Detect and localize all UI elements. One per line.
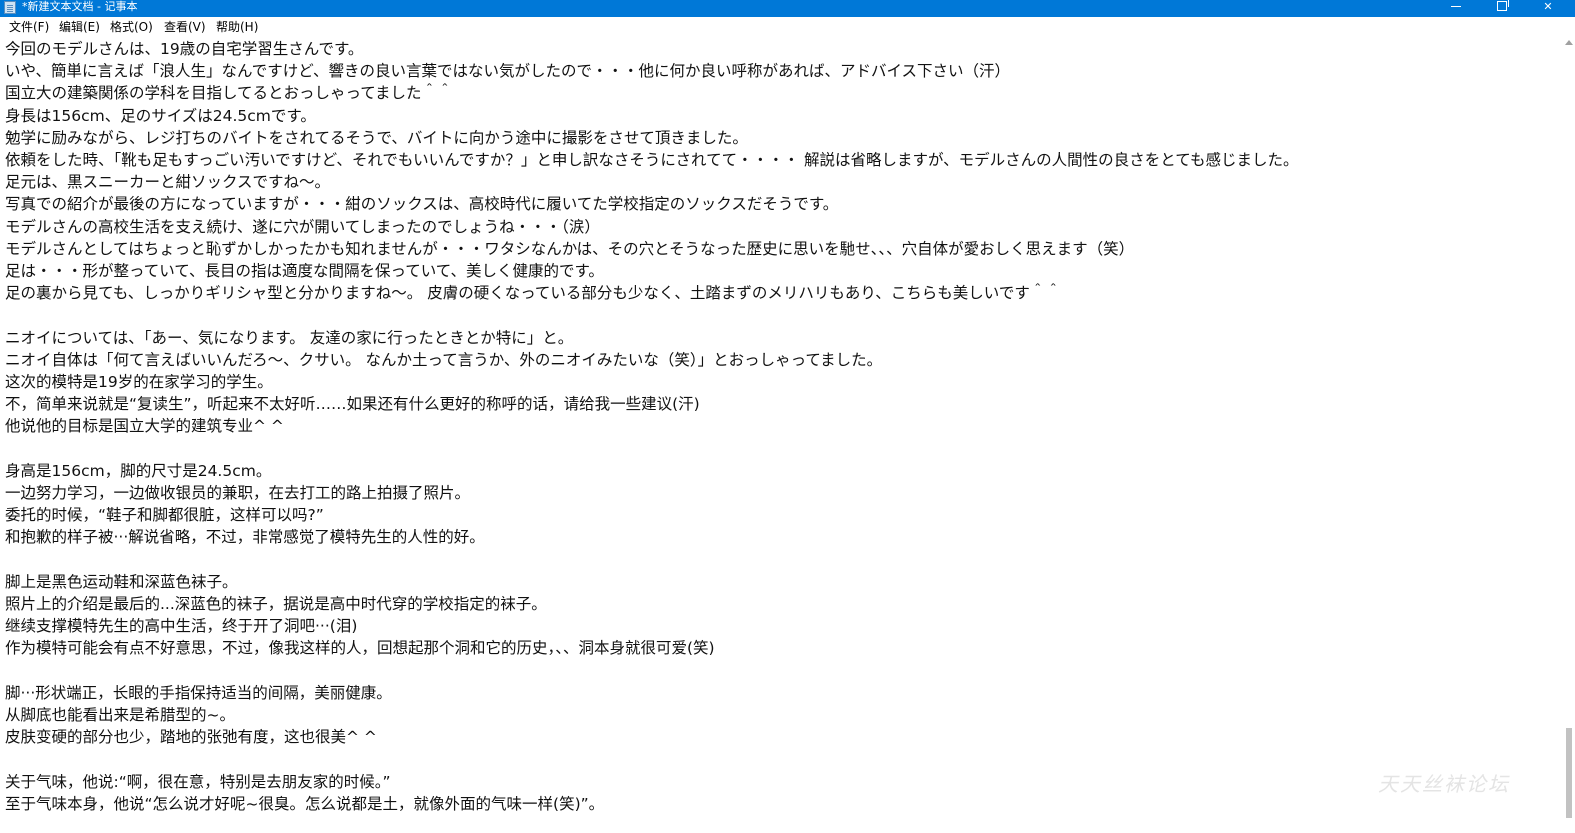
text-line: 至于气味本身，他说“怎么说才好呢~很臭。怎么说都是土，就像外面的气味一样(笑)”… xyxy=(5,794,605,813)
text-line: いや、簡単に言えば「浪人生」なんですけど、響きの良い言葉ではない気がしたので・・… xyxy=(5,62,1011,81)
close-button[interactable]: ✕ xyxy=(1525,0,1571,17)
text-line: 一边努力学习，一边做收银员的兼职，在去打工的路上拍摄了照片。 xyxy=(5,484,471,502)
menu-help[interactable]: 帮助(H) xyxy=(216,17,258,38)
text-line: ニオイについては、「あー、気になります。 友達の家に行ったときとか特に」と。 xyxy=(5,328,574,347)
notepad-window: *新建文本文档 - 记事本 ✕ 文件(F) 编辑(E) 格式(O) 查看(V) … xyxy=(0,0,1575,833)
text-line: 足の裏から見ても、しっかりギリシャ型と分かりますね～。 皮膚の硬くなっている部分… xyxy=(5,284,1061,303)
vertical-scrollbar[interactable] xyxy=(1563,38,1575,833)
menu-file[interactable]: 文件(F) xyxy=(9,17,49,38)
text-line: 他说他的目标是国立大学的建筑专业^ ^ xyxy=(5,417,284,436)
text-line: 脚上是黑色运动鞋和深蓝色袜子。 xyxy=(5,572,238,591)
text-line: 脚···形状端正，长眼的手指保持适当的间隔，美丽健康。 xyxy=(5,683,392,702)
text-line: 委托的时候，“鞋子和脚都很脏，这样可以吗?” xyxy=(5,506,324,525)
text-line: 继续支撑模特先生的高中生活，终于开了洞吧···(泪) xyxy=(5,617,358,636)
text-line: 照片上的介绍是最后的...深蓝色的袜子，据说是高中时代穿的学校指定的袜子。 xyxy=(5,595,547,613)
text-line: 皮肤变硬的部分也少，踏地的张弛有度，这也很美^ ^ xyxy=(5,728,377,747)
restore-button[interactable] xyxy=(1479,0,1525,17)
watermark: 天天丝袜论坛 xyxy=(1378,772,1510,796)
menu-edit[interactable]: 编辑(E) xyxy=(59,17,100,38)
text-line: 足元は、黒スニーカーと紺ソックスですね～。 xyxy=(5,173,331,192)
notepad-icon xyxy=(4,1,16,14)
menu-bar: 文件(F) 编辑(E) 格式(O) 查看(V) 帮助(H) xyxy=(0,17,1575,38)
text-line: 身長は156cm、足のサイズは24.5cmです。 xyxy=(5,106,316,125)
window-title: *新建文本文档 - 记事本 xyxy=(22,0,138,13)
text-line: モデルさんの高校生活を支え続け、遂に穴が開いてしまったのでしょうね・・・（涙） xyxy=(5,217,600,236)
minimize-icon xyxy=(1451,5,1461,7)
title-bar[interactable]: *新建文本文档 - 记事本 ✕ xyxy=(0,0,1575,17)
text-line: ニオイ自体は「何て言えばいいんだろ～、クサい。 なんか土って言うか、外のニオイみ… xyxy=(5,350,883,369)
close-icon: ✕ xyxy=(1543,0,1553,13)
menu-view[interactable]: 查看(V) xyxy=(164,17,206,38)
text-line: 和抱歉的样子被···解说省略，不过，非常感觉了模特先生的人性的好。 xyxy=(5,528,485,547)
text-line: 身高是156cm，脚的尺寸是24.5cm。 xyxy=(5,461,272,480)
text-line: 作为模特可能会有点不好意思，不过，像我这样的人，回想起那个洞和它的历史，、、洞本… xyxy=(5,639,715,658)
menu-format[interactable]: 格式(O) xyxy=(110,17,153,38)
text-line: 勉学に励みながら、レジ打ちのバイトをされてるそうで、バイトに向かう途中に撮影をさ… xyxy=(5,128,748,147)
scroll-up-icon[interactable] xyxy=(1565,40,1573,45)
text-line: 关于气味，他说:“啊，很在意，特别是去朋友家的时候。” xyxy=(5,772,391,791)
text-line: 今回のモデルさんは、19歳の自宅学習生さんです。 xyxy=(5,40,364,58)
minimize-button[interactable] xyxy=(1433,0,1479,17)
scroll-thumb[interactable] xyxy=(1566,728,1572,818)
text-line: 国立大の建築関係の学科を目指してるとおっしゃってました＾＾ xyxy=(5,84,453,103)
restore-icon xyxy=(1497,0,1509,11)
text-line: 写真での紹介が最後の方になっていますが・・・紺のソックスは、高校時代に履いてた学… xyxy=(5,195,839,214)
text-line: 依頼をした時、「靴も足もすっごい汚いですけど、それでもいいんですか？」と申し訳な… xyxy=(5,151,1299,169)
text-line: 从脚底也能看出来是希腊型的~。 xyxy=(5,706,235,724)
text-line: 足は・・・形が整っていて、長目の指は適度な間隔を保っていて、美しく健康的です。 xyxy=(5,262,604,280)
text-editor[interactable]: 今回のモデルさんは、19歳の自宅学習生さんです。いや、簡単に言えば「浪人生」なん… xyxy=(0,38,1563,833)
text-line: 这次的模特是19岁的在家学习的学生。 xyxy=(5,373,273,391)
text-line: モデルさんとしてはちょっと恥ずかしかったかも知れませんが・・・ワタシなんかは、そ… xyxy=(5,239,1135,258)
text-line: 不，简单来说就是“复读生”，听起来不太好听……如果还有什么更好的称呼的话，请给我… xyxy=(5,395,700,414)
